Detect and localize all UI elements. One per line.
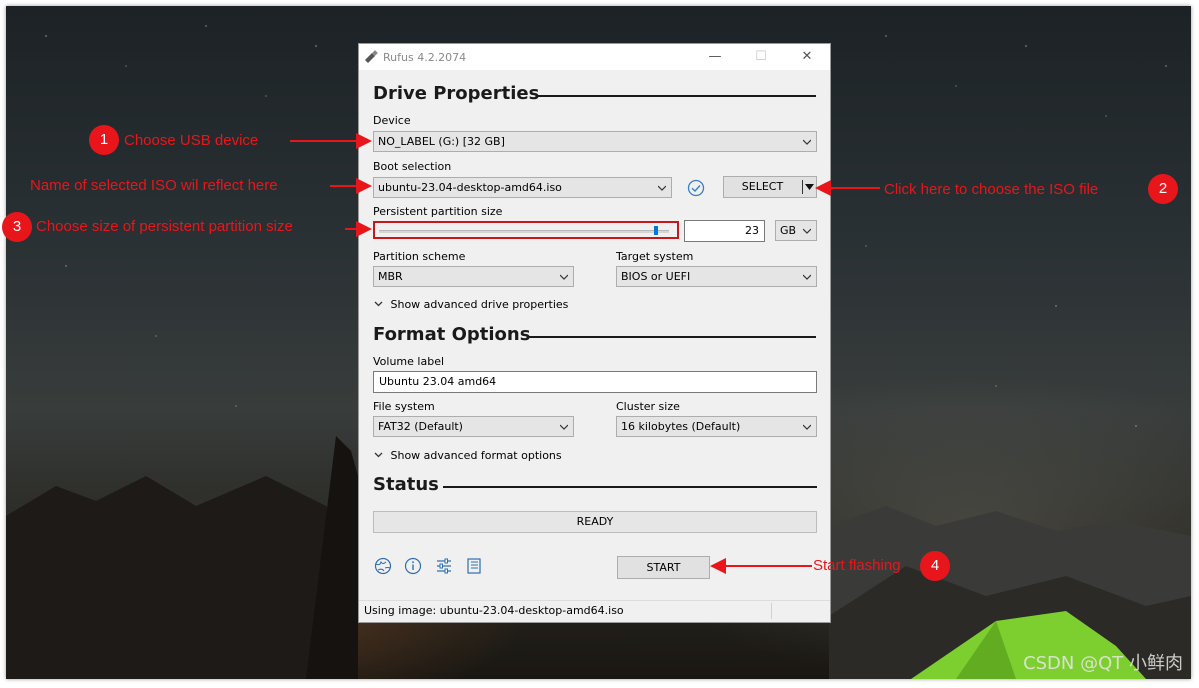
annotation-text-1: Choose USB device — [124, 132, 259, 149]
annotation-badge-4: 4 — [920, 551, 950, 581]
annotation-badge-1: 1 — [89, 125, 119, 155]
annotation-text-4: Start flashing — [813, 557, 901, 574]
annotation-iso-name: Name of selected ISO wil reflect here — [30, 177, 278, 194]
annotation-arrows — [290, 133, 880, 574]
annotation-text-2: Click here to choose the ISO file — [884, 181, 1099, 198]
annotation-badge-3: 3 — [2, 212, 32, 242]
annotation-badge-2: 2 — [1148, 174, 1178, 204]
annotation-text-3: Choose size of persistent partition size — [36, 218, 293, 235]
